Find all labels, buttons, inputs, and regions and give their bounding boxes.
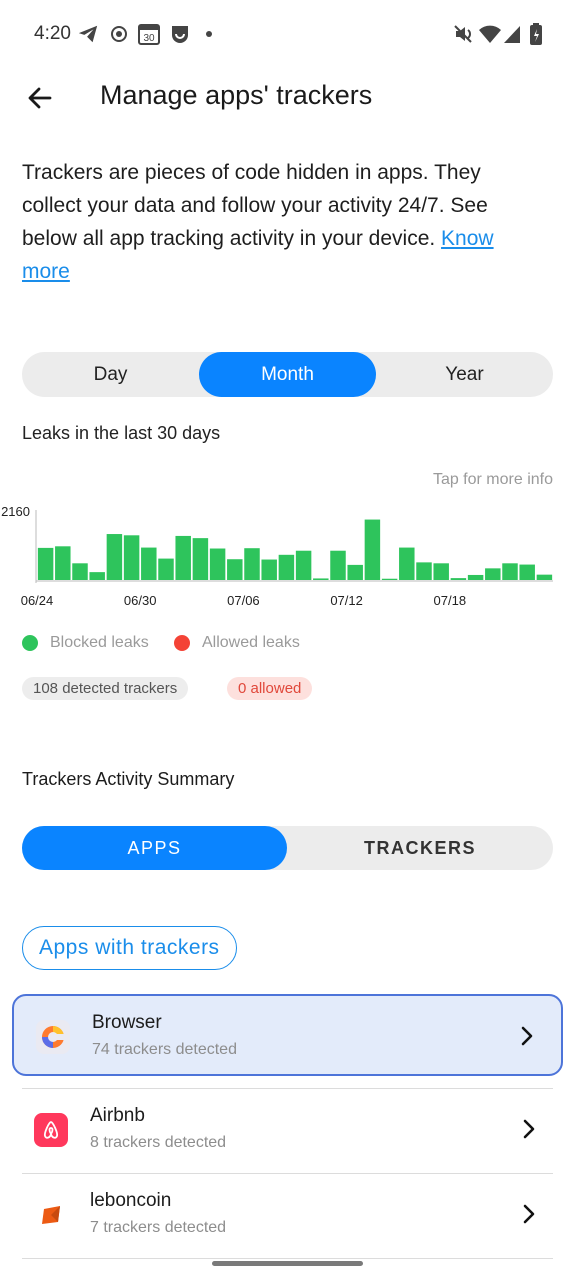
chart-bar[interactable] xyxy=(330,550,346,580)
tab-trackers[interactable]: TRACKERS xyxy=(287,826,553,870)
tab-year[interactable]: Year xyxy=(376,352,553,397)
chart-bar[interactable] xyxy=(141,547,157,580)
telegram-icon xyxy=(77,22,99,46)
chart-bar[interactable] xyxy=(106,534,123,580)
chart-bar[interactable] xyxy=(89,572,105,580)
chart-bar[interactable] xyxy=(519,564,535,580)
leboncoin-icon xyxy=(34,1198,68,1232)
status-time: 4:20 xyxy=(34,23,71,44)
app-name: Airbnb xyxy=(90,1105,145,1126)
tab-apps[interactable]: APPS xyxy=(22,826,287,870)
back-button[interactable] xyxy=(20,78,60,118)
home-indicator[interactable] xyxy=(212,1261,363,1266)
battery-icon xyxy=(530,22,542,46)
legend-blocked: Blocked leaks xyxy=(22,634,149,652)
browser-icon xyxy=(36,1020,70,1054)
airbnb-icon xyxy=(34,1113,68,1147)
chart-bar[interactable] xyxy=(261,559,277,580)
chart-bar[interactable] xyxy=(295,550,312,580)
app-name: Browser xyxy=(92,1012,162,1033)
chart-bar[interactable] xyxy=(37,547,54,580)
mute-icon xyxy=(452,22,474,46)
chart-bar[interactable] xyxy=(123,535,140,580)
app-notification-icon xyxy=(169,22,191,46)
chart-bar[interactable] xyxy=(433,563,449,580)
arrow-left-icon xyxy=(28,87,52,109)
page-title: Manage apps' trackers xyxy=(100,80,373,110)
allowed-dot-icon xyxy=(174,635,190,651)
chart-bar[interactable] xyxy=(485,568,501,580)
calendar-icon: 30 xyxy=(137,22,161,46)
wifi-icon xyxy=(478,22,502,46)
app-row-browser[interactable]: Browser 74 trackers detected xyxy=(12,994,563,1076)
chart-bar[interactable] xyxy=(416,562,432,580)
svg-text:30: 30 xyxy=(143,33,155,44)
chevron-right-icon xyxy=(521,1026,533,1046)
chart-bar[interactable] xyxy=(467,574,484,580)
chart-bar[interactable] xyxy=(72,563,88,580)
status-bar: 4:20 30 xyxy=(0,0,575,68)
signal-icon xyxy=(503,22,521,46)
chart-bar[interactable] xyxy=(313,578,329,580)
chevron-right-icon xyxy=(523,1119,535,1139)
chart-bar[interactable] xyxy=(278,554,295,580)
chart-bar[interactable] xyxy=(364,519,381,580)
chart-bar[interactable] xyxy=(381,578,398,580)
chart-bar[interactable] xyxy=(347,564,363,580)
legend-allowed: Allowed leaks xyxy=(174,634,300,652)
tab-day[interactable]: Day xyxy=(22,352,199,397)
chart-bar[interactable] xyxy=(536,574,553,580)
chart-bar[interactable] xyxy=(227,559,243,580)
chart-x-tick-label: 07/18 xyxy=(434,593,467,608)
app-tracker-count: 8 trackers detected xyxy=(90,1134,227,1151)
chart-bar[interactable] xyxy=(158,558,174,580)
chart-bar[interactable] xyxy=(399,547,415,580)
detected-trackers-badge: 108 detected trackers xyxy=(22,677,189,700)
range-selector: Day Month Year xyxy=(22,352,553,397)
summary-selector: APPS TRACKERS xyxy=(22,826,553,870)
dot-icon xyxy=(205,22,213,46)
blocked-dot-icon xyxy=(22,635,38,651)
app-row-airbnb[interactable]: Airbnb 8 trackers detected xyxy=(12,1089,563,1171)
intro-text: Trackers are pieces of code hidden in ap… xyxy=(22,156,542,288)
leaks-bar-chart[interactable]: 2160 06/24 06/30 07/06 07/12 07/18 xyxy=(0,500,575,615)
divider xyxy=(22,1258,553,1259)
app-row-leboncoin[interactable]: leboncoin 7 trackers detected xyxy=(12,1174,563,1256)
chart-x-tick-label: 07/06 xyxy=(227,593,260,608)
chart-x-tick-label: 06/30 xyxy=(124,593,157,608)
record-icon xyxy=(109,22,129,46)
chart-x-tick-label: 06/24 xyxy=(21,593,54,608)
chart-bar[interactable] xyxy=(502,563,518,580)
chart-bar[interactable] xyxy=(175,535,191,580)
chart-bar[interactable] xyxy=(55,546,71,580)
app-tracker-count: 74 trackers detected xyxy=(92,1041,237,1058)
intro-body: Trackers are pieces of code hidden in ap… xyxy=(22,161,488,250)
summary-title: Trackers Activity Summary xyxy=(22,769,235,789)
chart-bar[interactable] xyxy=(209,548,226,580)
tap-more-info[interactable]: Tap for more info xyxy=(433,471,553,489)
app-name: leboncoin xyxy=(90,1190,172,1211)
chart-bar[interactable] xyxy=(450,578,467,580)
chevron-right-icon xyxy=(523,1204,535,1224)
tab-month[interactable]: Month xyxy=(199,352,376,397)
chart-x-tick-label: 07/12 xyxy=(330,593,363,608)
chart-y-tick-label: 2160 xyxy=(1,504,30,519)
app-tracker-count: 7 trackers detected xyxy=(90,1219,227,1236)
chart-bar[interactable] xyxy=(192,538,209,580)
allowed-badge: 0 allowed xyxy=(227,677,313,700)
legend-allowed-label: Allowed leaks xyxy=(202,634,300,651)
legend-blocked-label: Blocked leaks xyxy=(50,634,149,651)
chart-bar[interactable] xyxy=(244,548,260,580)
apps-with-trackers-chip[interactable]: Apps with trackers xyxy=(22,926,237,970)
leaks-period-label: Leaks in the last 30 days xyxy=(22,423,221,443)
